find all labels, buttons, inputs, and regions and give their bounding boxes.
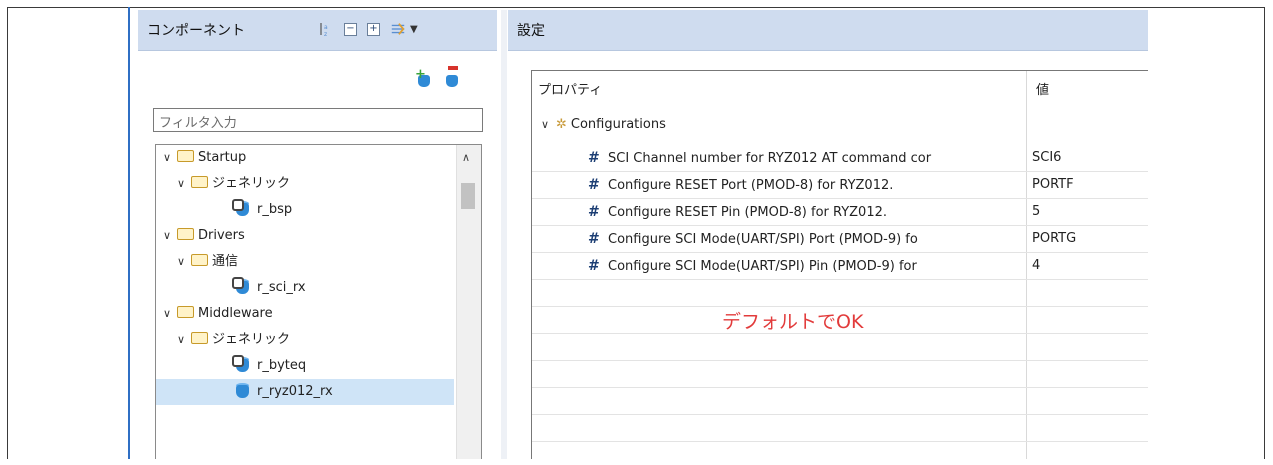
tree-item-r-bsp[interactable]: r_bsp	[232, 197, 481, 223]
sort-az-icon[interactable]: az	[318, 21, 334, 37]
tree-item-middleware[interactable]: ∨ Middleware	[160, 301, 458, 327]
tree-item-startup[interactable]: ∨ Startup	[160, 145, 458, 171]
hash-icon: #	[588, 150, 600, 166]
tree-item-communication[interactable]: ∨ 通信	[174, 249, 472, 275]
property-value[interactable]: PORTG	[1032, 231, 1076, 246]
chevron-down-icon[interactable]: ∨	[174, 327, 188, 353]
tree-item-label: Startup	[198, 150, 247, 165]
tree-item-r-byteq[interactable]: r_byteq	[232, 353, 481, 379]
tree-item-label: 通信	[212, 254, 239, 269]
tree-item-configurations[interactable]: ∨ ✲ Configurations	[538, 117, 666, 132]
property-row[interactable]: # SCI Channel number for RYZ012 AT comman…	[532, 145, 1148, 172]
folder-open-icon	[191, 254, 208, 266]
chevron-down-icon[interactable]: ∨	[174, 171, 188, 197]
tree-item-r-ryz012-rx[interactable]: r_ryz012_rx	[156, 379, 454, 405]
remove-component-icon[interactable]	[444, 66, 462, 88]
tree-item-label: r_byteq	[257, 358, 307, 373]
folder-open-icon	[191, 332, 208, 344]
components-toolbar: az − + ▼	[318, 21, 418, 37]
settings-panel-header: 設定	[508, 10, 1148, 51]
folder-open-icon	[177, 306, 194, 318]
folder-open-icon	[177, 150, 194, 162]
tree-item-drivers[interactable]: ∨ Drivers	[160, 223, 458, 249]
chevron-down-icon[interactable]: ∨	[160, 223, 174, 249]
component-locked-icon	[232, 277, 252, 295]
property-row[interactable]: # Configure RESET Port (PMOD-8) for RYZ01…	[532, 172, 1148, 199]
component-tree: ∨ Startup ∨ ジェネリック r_bsp ∨ Drivers ∨ 通信 r_sc…	[155, 144, 482, 459]
property-row[interactable]: # Configure SCI Mode(UART/SPI) Port (PMOD…	[532, 226, 1148, 253]
property-name: SCI Channel number for RYZ012 AT command…	[608, 151, 932, 166]
property-value[interactable]: SCI6	[1032, 150, 1061, 165]
gear-icon: ✲	[556, 117, 567, 132]
dropdown-arrow-icon[interactable]: ▼	[410, 24, 418, 35]
scroll-thumb[interactable]	[461, 183, 475, 209]
tree-item-label: r_sci_rx	[257, 280, 306, 295]
property-row[interactable]: # Configure SCI Mode(UART/SPI) Pin (PMOD-…	[532, 253, 1148, 280]
tree-item-label: Middleware	[198, 306, 273, 321]
chevron-down-icon[interactable]: ∨	[174, 249, 188, 275]
tree-scrollbar[interactable]: ∧	[456, 145, 481, 459]
panel-divider[interactable]	[501, 10, 507, 459]
empty-row	[532, 388, 1148, 415]
property-name: Configure RESET Pin (PMOD-8) for RYZ012.	[608, 205, 887, 220]
component-locked-icon	[232, 355, 252, 373]
property-table: プロパティ 値 ∨ ✲ Configurations # SCI Channel nu…	[531, 70, 1148, 459]
property-name: Configure SCI Mode(UART/SPI) Pin (PMOD-9…	[608, 259, 917, 274]
components-panel-header: コンポーネント az − + ▼	[138, 10, 497, 51]
settings-panel: 設定 プロパティ 値 ∨ ✲ Configurations # SCI Channel…	[508, 10, 1148, 459]
window-edge	[128, 7, 130, 459]
column-header-property[interactable]: プロパティ	[538, 79, 602, 98]
chevron-down-icon[interactable]: ∨	[160, 301, 174, 327]
add-component-icon[interactable]: +	[415, 67, 434, 88]
tree-item-r-sci-rx[interactable]: r_sci_rx	[232, 275, 481, 301]
property-value[interactable]: 5	[1032, 204, 1040, 219]
tree-item-generic-2[interactable]: ∨ ジェネリック	[174, 327, 472, 353]
chevron-down-icon[interactable]: ∨	[538, 118, 552, 131]
tree-item-label: ジェネリック	[212, 332, 291, 347]
component-actions: +	[415, 66, 462, 88]
folder-open-icon	[177, 228, 194, 240]
tree-item-label: ジェネリック	[212, 176, 291, 191]
tree-item-label: r_ryz012_rx	[257, 384, 333, 399]
property-row[interactable]: # Configure RESET Pin (PMOD-8) for RYZ012…	[532, 199, 1148, 226]
component-locked-icon	[232, 199, 252, 217]
svg-text:a: a	[324, 24, 328, 31]
tree-item-label: Drivers	[198, 228, 245, 243]
expand-all-icon[interactable]: +	[367, 22, 380, 36]
filter-settings-icon[interactable]	[390, 21, 406, 37]
empty-row	[532, 334, 1148, 361]
component-icon	[232, 381, 252, 399]
property-value[interactable]: 4	[1032, 258, 1040, 273]
property-name: Configure SCI Mode(UART/SPI) Port (PMOD-…	[608, 232, 918, 247]
chevron-up-icon[interactable]: ∧	[462, 151, 470, 164]
svg-text:z: z	[324, 31, 327, 37]
chevron-down-icon[interactable]: ∨	[160, 145, 174, 171]
collapse-all-icon[interactable]: −	[344, 22, 357, 36]
hash-icon: #	[588, 204, 600, 220]
components-panel-title: コンポーネント	[147, 23, 245, 39]
tree-item-label: r_bsp	[257, 202, 293, 217]
group-label: Configurations	[570, 117, 666, 132]
empty-row	[532, 361, 1148, 388]
settings-panel-title: 設定	[517, 23, 545, 39]
property-value[interactable]: PORTF	[1032, 177, 1074, 192]
property-name: Configure RESET Port (PMOD-8) for RYZ012…	[608, 178, 894, 193]
annotation-note: デフォルトでOK	[722, 311, 864, 333]
empty-row	[532, 415, 1148, 442]
components-panel: コンポーネント az − + ▼ + フィルタ入力 ∨ Startup ∨ ジェネリ…	[138, 10, 497, 459]
column-header-value[interactable]: 値	[1036, 79, 1049, 98]
folder-open-icon	[191, 176, 208, 188]
hash-icon: #	[588, 177, 600, 193]
hash-icon: #	[588, 231, 600, 247]
filter-input[interactable]: フィルタ入力	[153, 108, 483, 132]
hash-icon: #	[588, 258, 600, 274]
empty-row	[532, 280, 1148, 307]
tree-item-generic-1[interactable]: ∨ ジェネリック	[174, 171, 472, 197]
